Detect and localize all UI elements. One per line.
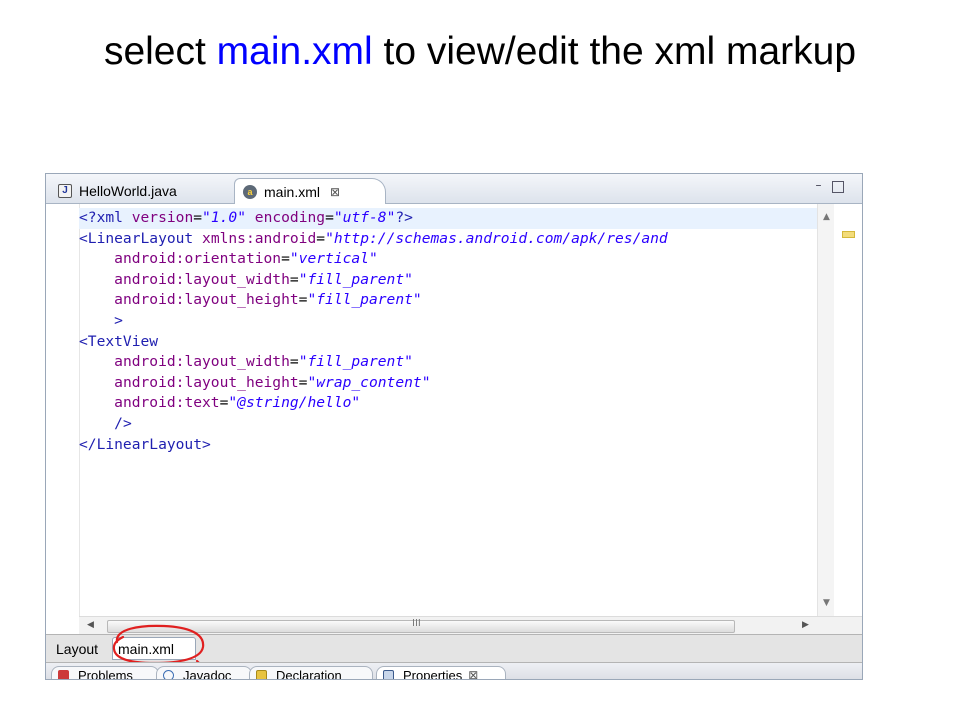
close-view-icon[interactable]: ⊠ xyxy=(468,668,478,679)
slide-title: select main.xml to view/edit the xml mar… xyxy=(0,30,960,74)
scroll-left-icon[interactable]: ◀ xyxy=(87,620,94,630)
code-line: android:orientation="vertical" xyxy=(114,250,378,268)
close-tab-icon[interactable]: ⊠ xyxy=(330,185,340,199)
editor-page-tabs: Layout main.xml xyxy=(46,624,862,670)
title-suffix: to view/edit the xml markup xyxy=(372,30,857,73)
tab-declaration[interactable]: Declaration xyxy=(249,666,373,680)
view-tab-label: Properties xyxy=(403,667,463,680)
tab-javadoc[interactable]: Javadoc xyxy=(156,666,252,680)
view-tab-label: Declaration xyxy=(276,667,342,680)
code-line: /> xyxy=(114,414,132,432)
code-line: android:layout_width="fill_parent" xyxy=(114,353,413,371)
overview-marker[interactable] xyxy=(842,231,855,238)
tab-label: main.xml xyxy=(264,183,321,200)
code-area[interactable]: <?xml version="1.0" encoding="utf-8"?> <… xyxy=(79,208,817,608)
overview-ruler xyxy=(834,204,862,616)
code-line: android:layout_width="fill_parent" xyxy=(114,270,413,288)
scroll-down-icon[interactable]: ▼ xyxy=(821,598,832,609)
javadoc-icon xyxy=(163,669,174,679)
code-line: <?xml version="1.0" encoding="utf-8"?> xyxy=(79,208,817,229)
scroll-up-icon[interactable]: ▲ xyxy=(821,212,832,223)
code-line: <TextView xyxy=(79,332,159,350)
tab-helloworld-java[interactable]: J HelloWorld.java xyxy=(50,178,232,203)
code-line: android:layout_height="wrap_content" xyxy=(114,373,431,391)
views-tab-bar: Problems Javadoc Declaration Properties ⊠ xyxy=(46,662,862,680)
code-line: > xyxy=(114,311,123,329)
tab-problems[interactable]: Problems xyxy=(51,666,159,680)
editor-ruler xyxy=(46,204,80,616)
title-prefix: select xyxy=(103,30,217,73)
code-line: </LinearLayout> xyxy=(79,435,211,453)
tab-layout[interactable]: Layout xyxy=(51,637,111,660)
view-tab-label: Problems xyxy=(78,667,133,680)
eclipse-editor-window: J HelloWorld.java a main.xml ⊠ – <?xml v… xyxy=(45,173,863,680)
declaration-icon xyxy=(256,669,267,679)
problems-icon xyxy=(58,669,69,679)
tab-label: HelloWorld.java xyxy=(79,182,177,199)
tab-properties[interactable]: Properties ⊠ xyxy=(376,666,506,680)
scroll-grip-icon: III xyxy=(412,618,421,629)
tab-main-xml[interactable]: a main.xml ⊠ xyxy=(234,178,386,204)
title-highlight: main.xml xyxy=(216,30,373,73)
java-file-icon: J xyxy=(58,183,72,198)
editor-tab-bar: J HelloWorld.java a main.xml ⊠ – xyxy=(46,174,862,204)
vertical-scrollbar[interactable]: ▲ ▼ xyxy=(817,204,835,616)
properties-icon xyxy=(383,669,394,679)
code-line: android:layout_height="fill_parent" xyxy=(114,291,422,309)
code-line: <LinearLayout xmlns:android="http://sche… xyxy=(79,229,668,247)
xml-source-editor[interactable]: <?xml version="1.0" encoding="utf-8"?> <… xyxy=(46,204,862,616)
scroll-right-icon[interactable]: ▶ xyxy=(802,620,809,630)
scrollbar-corner xyxy=(817,616,862,635)
maximize-button[interactable] xyxy=(832,181,844,193)
view-tab-label: Javadoc xyxy=(183,667,232,680)
code-line: android:text="@string/hello" xyxy=(114,394,361,412)
minimize-button[interactable]: – xyxy=(812,179,825,191)
xml-file-icon: a xyxy=(243,184,257,199)
